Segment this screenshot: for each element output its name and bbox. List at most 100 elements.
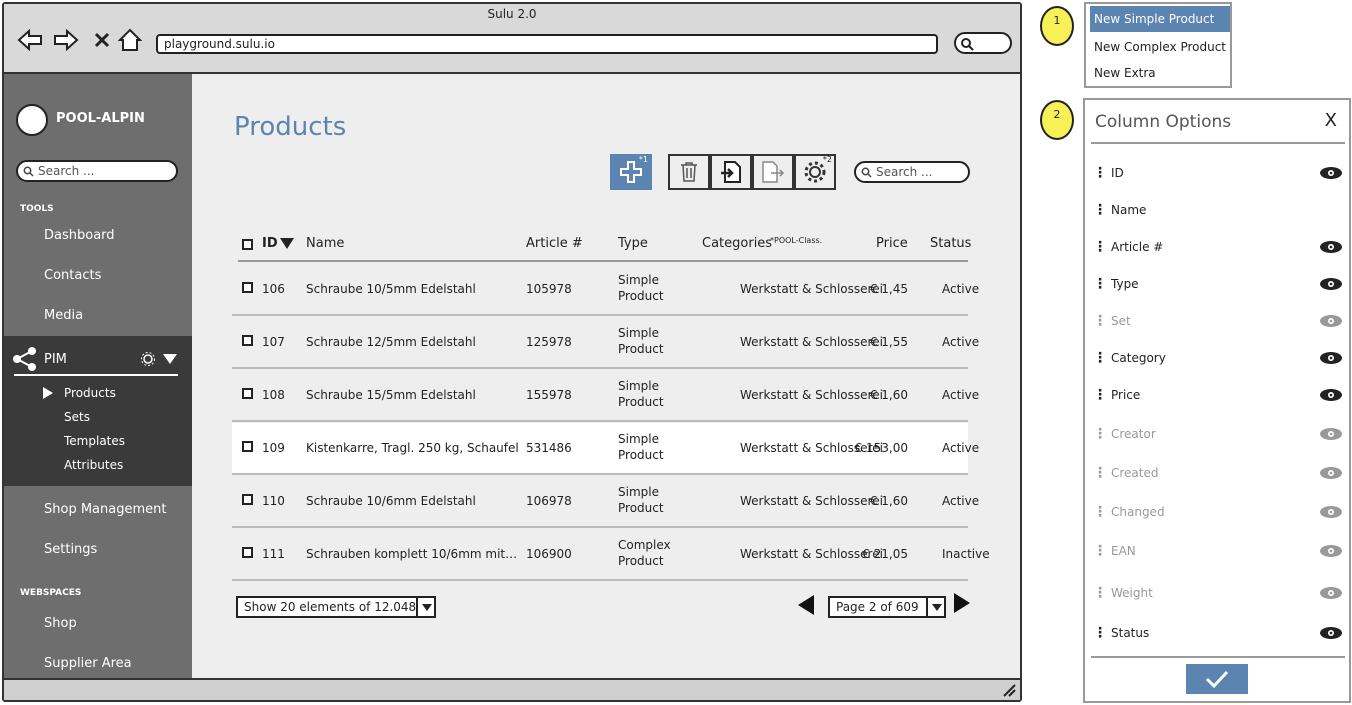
sidebar-item-shop[interactable]: Shop (44, 616, 77, 631)
column-header-categories[interactable]: Categories (702, 236, 772, 251)
settings-button[interactable]: *2 (794, 154, 836, 190)
sidebar-item-dashboard[interactable]: Dashboard (44, 228, 115, 243)
sidebar-item-products[interactable]: Products (64, 386, 116, 400)
export-button[interactable] (752, 154, 794, 190)
eye-icon[interactable] (1319, 626, 1343, 640)
next-page-icon[interactable] (952, 591, 972, 615)
sidebar-item-templates[interactable]: Templates (64, 434, 125, 448)
drag-handle-icon[interactable]: ⋮ (1093, 165, 1107, 181)
eye-icon[interactable] (1319, 351, 1343, 365)
drag-handle-icon[interactable]: ⋮ (1093, 387, 1107, 403)
sidebar-item-media[interactable]: Media (44, 308, 83, 323)
drag-handle-icon[interactable]: ⋮ (1093, 585, 1107, 601)
drag-handle-icon[interactable]: ⋮ (1093, 313, 1107, 329)
row-checkbox[interactable] (242, 388, 253, 399)
column-option-item[interactable]: ⋮ Set (1093, 306, 1343, 336)
table-row[interactable]: 111 Schrauben komplett 10/6mm mit… 106900 W… (232, 529, 990, 581)
column-option-item[interactable]: ⋮ Changed (1093, 497, 1343, 527)
sidebar-item-supplier-area[interactable]: Supplier Area (44, 656, 132, 671)
column-option-item[interactable]: ⋮ Category (1093, 343, 1343, 373)
back-icon[interactable] (16, 26, 44, 54)
sidebar-item-pim[interactable]: PIM (44, 352, 67, 367)
sidebar-search-input[interactable]: Search ... (16, 160, 178, 182)
eye-icon[interactable] (1319, 544, 1343, 558)
column-option-item[interactable]: ⋮ ID (1093, 158, 1343, 188)
table-row[interactable]: 108 Schraube 15/5mm Edelstahl 155978 Werkst… (232, 370, 979, 422)
eye-icon[interactable] (1319, 505, 1343, 519)
avatar[interactable] (16, 104, 48, 136)
home-icon[interactable] (116, 26, 144, 54)
sidebar-item-contacts[interactable]: Contacts (44, 268, 101, 283)
column-option-item[interactable]: ⋮ Name (1093, 195, 1343, 225)
eye-icon[interactable] (1319, 586, 1343, 600)
sidebar-item-sets[interactable]: Sets (64, 410, 90, 424)
table-search-input[interactable]: Search ... (854, 161, 970, 183)
column-option-item[interactable]: ⋮ Price (1093, 380, 1343, 410)
eye-icon[interactable] (1319, 277, 1343, 291)
row-checkbox[interactable] (242, 282, 253, 293)
sort-desc-icon[interactable] (280, 238, 294, 250)
main-content: Products *1 *2 Search ... ID Name Articl… (192, 74, 1020, 678)
menu-item-new-extra[interactable]: New Extra (1090, 60, 1230, 86)
table-row[interactable]: 106 Schraube 10/5mm Edelstahl 105978 Werkst… (232, 264, 979, 316)
table-row[interactable]: 107 Schraube 12/5mm Edelstahl 125978 Werkst… (232, 317, 979, 369)
row-checkbox[interactable] (242, 547, 253, 558)
menu-item-new-simple[interactable]: New Simple Product (1090, 6, 1230, 32)
eye-icon[interactable] (1319, 466, 1343, 480)
url-bar[interactable]: playground.sulu.io (156, 34, 938, 54)
column-option-item[interactable]: ⋮ Creator (1093, 419, 1343, 449)
drag-handle-icon[interactable]: ⋮ (1093, 202, 1107, 218)
column-header-type[interactable]: Type (618, 236, 648, 251)
eye-icon[interactable] (1319, 427, 1343, 441)
row-checkbox[interactable] (242, 335, 253, 346)
browser-search[interactable] (954, 32, 1012, 54)
column-option-item[interactable]: ⋮ EAN (1093, 536, 1343, 566)
drag-handle-icon[interactable]: ⋮ (1093, 543, 1107, 559)
select-all-checkbox[interactable] (242, 239, 253, 250)
close-icon[interactable]: X (1325, 110, 1337, 131)
column-header-price[interactable]: Price (876, 236, 908, 251)
table-row[interactable]: 109 Kistenkarre, Tragl. 250 kg, Schaufel 5… (232, 423, 979, 475)
drag-handle-icon[interactable]: ⋮ (1093, 350, 1107, 366)
drag-handle-icon[interactable]: ⋮ (1093, 625, 1107, 641)
chevron-down-icon[interactable] (162, 353, 178, 365)
column-option-item[interactable]: ⋮ Weight (1093, 578, 1343, 608)
eye-icon[interactable] (1319, 240, 1343, 254)
column-header-id[interactable]: ID (262, 236, 278, 251)
drag-handle-icon[interactable]: ⋮ (1093, 465, 1107, 481)
add-button[interactable]: *1 (610, 154, 652, 190)
table-row[interactable]: 110 Schraube 10/6mm Edelstahl 106978 Werkst… (232, 476, 979, 528)
search-icon (961, 38, 974, 51)
column-header-article[interactable]: Article # (526, 236, 583, 251)
page-size-select[interactable]: Show 20 elements of 12.048 (236, 596, 436, 618)
drag-handle-icon[interactable]: ⋮ (1093, 426, 1107, 442)
sidebar-item-shop-management[interactable]: Shop Management (44, 502, 166, 517)
column-option-item[interactable]: ⋮ Article # (1093, 232, 1343, 262)
sidebar-item-attributes[interactable]: Attributes (64, 458, 123, 472)
column-option-item[interactable]: ⋮ Status (1093, 618, 1343, 648)
eye-icon[interactable] (1319, 166, 1343, 180)
eye-icon[interactable] (1319, 314, 1343, 328)
row-checkbox[interactable] (242, 441, 253, 452)
prev-page-icon[interactable] (796, 593, 816, 617)
column-header-status[interactable]: Status (930, 236, 971, 251)
menu-item-new-complex[interactable]: New Complex Product (1090, 34, 1230, 60)
resize-grip-icon[interactable] (1002, 683, 1016, 697)
eye-icon[interactable] (1319, 388, 1343, 402)
row-checkbox[interactable] (242, 494, 253, 505)
column-option-item[interactable]: ⋮ Created (1093, 458, 1343, 488)
gear-icon[interactable] (140, 351, 156, 367)
column-option-item[interactable]: ⋮ Type (1093, 269, 1343, 299)
drag-handle-icon[interactable]: ⋮ (1093, 276, 1107, 292)
confirm-button[interactable] (1186, 664, 1248, 694)
drag-handle-icon[interactable]: ⋮ (1093, 239, 1107, 255)
close-icon[interactable] (88, 26, 116, 54)
forward-icon[interactable] (52, 26, 80, 54)
page-select[interactable]: Page 2 of 609 (828, 596, 946, 618)
cell-price: € 21,05 (862, 547, 908, 561)
drag-handle-icon[interactable]: ⋮ (1093, 504, 1107, 520)
import-button[interactable] (710, 154, 752, 190)
delete-button[interactable] (668, 154, 710, 190)
sidebar-item-settings[interactable]: Settings (44, 542, 97, 557)
column-header-name[interactable]: Name (306, 236, 344, 251)
